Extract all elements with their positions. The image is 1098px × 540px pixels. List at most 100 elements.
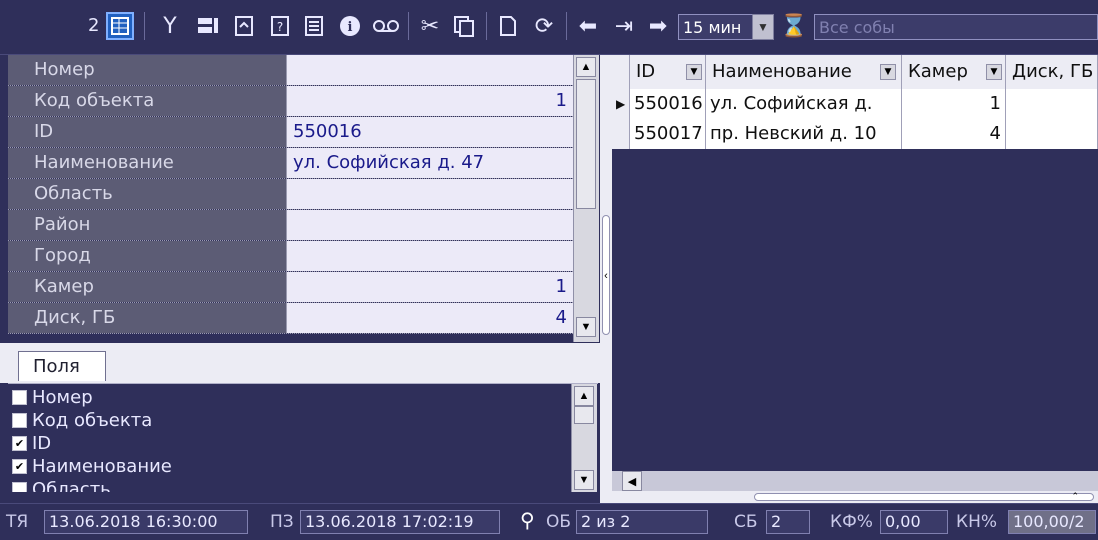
checkbox[interactable] bbox=[12, 389, 27, 405]
scroll-thumb[interactable] bbox=[576, 79, 596, 209]
tape-icon[interactable] bbox=[372, 12, 400, 40]
field-item[interactable]: Номер bbox=[12, 386, 93, 408]
copy-icon[interactable] bbox=[450, 12, 478, 40]
property-row[interactable]: Район bbox=[8, 210, 573, 241]
column-header-label: Диск, ГБ bbox=[1012, 61, 1094, 82]
events-filter-input[interactable]: Все собы bbox=[814, 14, 1098, 40]
arrow-right-icon[interactable]: ➡ bbox=[644, 12, 672, 40]
checkbox[interactable] bbox=[12, 481, 27, 492]
expand-up-icon[interactable]: ⌃ bbox=[754, 492, 1094, 501]
chevron-down-icon[interactable]: ▼ bbox=[686, 64, 702, 80]
field-item[interactable]: Код объекта bbox=[12, 409, 152, 431]
scroll-thumb[interactable] bbox=[574, 406, 594, 424]
field-item[interactable]: Область bbox=[12, 478, 111, 492]
cell-cameras[interactable]: 1 bbox=[902, 89, 1006, 119]
scroll-up-button[interactable]: ▲ bbox=[576, 57, 596, 77]
property-value[interactable]: 4 bbox=[286, 303, 573, 333]
property-value[interactable]: ул. Софийская д. 47 bbox=[286, 148, 573, 178]
tab-fields[interactable]: Поля bbox=[18, 351, 106, 381]
property-value[interactable]: 1 bbox=[286, 86, 573, 116]
property-label: Камер bbox=[8, 272, 286, 302]
field-label: Номер bbox=[32, 386, 93, 408]
scroll-down-button[interactable]: ▼ bbox=[576, 317, 596, 337]
table-row[interactable]: ▶ 550016 ул. Софийская д. 47 1 bbox=[612, 89, 1098, 144]
toolbar-separator bbox=[566, 12, 567, 40]
checkbox-checked[interactable]: ✔ bbox=[12, 435, 27, 451]
property-label: ID bbox=[8, 117, 286, 147]
row-indicator-header bbox=[612, 55, 630, 89]
table-icon[interactable] bbox=[106, 12, 134, 40]
property-value[interactable] bbox=[286, 179, 573, 209]
property-row[interactable]: Камер 1 bbox=[8, 272, 573, 303]
refresh-icon[interactable]: ⟳ bbox=[530, 12, 558, 40]
checkbox-checked[interactable]: ✔ bbox=[12, 458, 27, 474]
cell-id[interactable]: 550017 bbox=[630, 119, 706, 149]
cell-cameras[interactable]: 4 bbox=[902, 119, 1006, 149]
bottom-splitter[interactable]: ⌃ bbox=[600, 491, 1098, 503]
field-label: Код объекта bbox=[32, 409, 153, 431]
property-value[interactable] bbox=[286, 241, 573, 271]
field-item[interactable]: ✔ ID bbox=[12, 432, 51, 454]
arrow-last-icon[interactable]: ⇥ bbox=[610, 12, 638, 40]
interval-value: 15 мин bbox=[683, 17, 742, 37]
chevron-down-icon[interactable]: ▼ bbox=[986, 64, 1002, 80]
property-row[interactable]: Область bbox=[8, 179, 573, 210]
interval-dropdown-button[interactable]: ▼ bbox=[752, 14, 774, 40]
collapse-left-icon[interactable]: ‹ bbox=[602, 215, 610, 335]
property-row[interactable]: Код объекта 1 bbox=[8, 86, 573, 117]
cell-name[interactable]: пр. Невский д. 10 bbox=[706, 119, 902, 149]
hourglass-icon[interactable]: ⌛ bbox=[780, 12, 808, 40]
property-value[interactable]: 550016 bbox=[286, 117, 573, 147]
status-kf-value: 0,00 bbox=[880, 510, 948, 534]
cell-disk[interactable] bbox=[1006, 119, 1098, 149]
grid-horizontal-scrollbar[interactable]: ◀ bbox=[612, 471, 1098, 491]
cell-name[interactable]: ул. Софийская д. 47 bbox=[706, 89, 902, 144]
document-icon[interactable] bbox=[494, 12, 522, 40]
scroll-up-button[interactable]: ▲ bbox=[574, 386, 594, 406]
export-icon[interactable] bbox=[230, 12, 258, 40]
info-icon[interactable]: i bbox=[336, 12, 364, 40]
column-header-name[interactable]: Наименование ▼ bbox=[706, 55, 902, 89]
column-header-label: ID bbox=[636, 61, 656, 82]
property-label: Наименование bbox=[8, 148, 286, 178]
scroll-left-button[interactable]: ◀ bbox=[622, 471, 642, 491]
checkbox[interactable] bbox=[12, 412, 27, 428]
status-pz-label: ПЗ bbox=[270, 512, 294, 532]
panel-splitter[interactable]: ‹ bbox=[600, 55, 612, 491]
field-label: Область bbox=[32, 478, 111, 493]
record-count-label: 2 bbox=[88, 15, 100, 36]
status-kn-label: КН% bbox=[956, 512, 998, 532]
column-header-disk[interactable]: Диск, ГБ bbox=[1006, 55, 1098, 89]
tab-strip: Поля bbox=[0, 343, 600, 383]
arrow-left-icon[interactable]: ⬅ bbox=[574, 12, 602, 40]
help-doc-icon[interactable]: ? bbox=[266, 12, 294, 40]
list-icon[interactable] bbox=[300, 12, 328, 40]
field-list-scrollbar[interactable]: ▲ ▼ bbox=[571, 384, 597, 492]
column-header-id[interactable]: ID ▼ bbox=[630, 55, 706, 89]
column-header-label: Наименование bbox=[712, 61, 852, 82]
columns-icon[interactable] bbox=[194, 12, 222, 40]
property-row[interactable]: Наименование ул. Софийская д. 47 bbox=[8, 148, 573, 179]
property-value[interactable] bbox=[286, 210, 573, 240]
cell-disk[interactable] bbox=[1006, 89, 1098, 119]
chevron-down-icon[interactable]: ▼ bbox=[880, 64, 896, 80]
status-kf-label: КФ% bbox=[830, 512, 873, 532]
scroll-down-button[interactable]: ▼ bbox=[574, 470, 594, 490]
filter-icon[interactable]: Y bbox=[156, 12, 184, 40]
property-value[interactable]: 1 bbox=[286, 272, 573, 302]
field-label: Наименование bbox=[32, 455, 172, 477]
column-header-cameras[interactable]: Камер ▼ bbox=[902, 55, 1006, 89]
cell-id[interactable]: 550016 bbox=[630, 89, 706, 119]
scissors-icon[interactable]: ✂ bbox=[416, 12, 444, 40]
property-value[interactable] bbox=[286, 55, 573, 85]
property-row[interactable]: Диск, ГБ 4 bbox=[8, 303, 573, 334]
property-row[interactable]: Город bbox=[8, 241, 573, 272]
toolbar-separator bbox=[144, 12, 145, 40]
property-row[interactable]: ID 550016 bbox=[8, 117, 573, 148]
events-filter-text: Все собы bbox=[819, 17, 895, 37]
table-row[interactable]: 550017 пр. Невский д. 10 4 bbox=[612, 119, 1098, 149]
field-item[interactable]: ✔ Наименование bbox=[12, 455, 172, 477]
property-scrollbar[interactable]: ▲ ▼ bbox=[573, 55, 599, 342]
column-header-label: Камер bbox=[908, 61, 968, 82]
property-row[interactable]: Номер bbox=[8, 55, 573, 86]
